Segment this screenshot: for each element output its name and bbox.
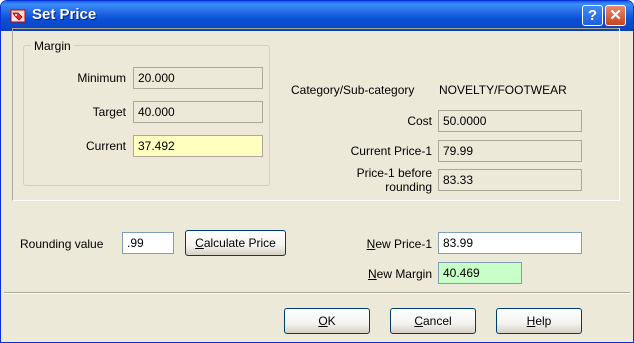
new-margin-input[interactable]: 40.469	[438, 262, 522, 284]
target-field: 40.000	[133, 101, 263, 123]
ok-label: K	[327, 314, 336, 328]
category-value: NOVELTY/FOOTWEAR	[439, 83, 567, 97]
new-price-input[interactable]: 83.99	[438, 232, 582, 254]
close-icon: ✕	[609, 7, 622, 24]
category-label: Category/Sub-category	[291, 83, 415, 97]
price-before-rounding-label: Price-1 before rounding	[357, 166, 432, 194]
new-price-accel: N	[366, 237, 376, 251]
cancel-label: ancel	[422, 314, 452, 328]
price-before-rounding-line1: Price-1 before	[356, 166, 432, 180]
price-before-rounding-field: 83.33	[438, 169, 582, 191]
cancel-accel: C	[414, 314, 423, 328]
price-tag-icon	[10, 9, 26, 23]
cost-label: Cost	[407, 114, 432, 128]
margin-legend: Margin	[31, 39, 74, 53]
minimum-label: Minimum	[77, 71, 126, 85]
current-price-field: 79.99	[438, 140, 582, 162]
current-margin-label: Current	[85, 139, 126, 153]
cancel-button[interactable]: Cancel	[390, 308, 476, 334]
current-price-label: Current Price-1	[350, 144, 432, 158]
ok-button[interactable]: OK	[284, 308, 370, 334]
help-title-button[interactable]: ?	[582, 5, 603, 26]
price-before-rounding-line2: rounding	[385, 180, 432, 194]
rounding-value-input[interactable]: .99	[122, 232, 174, 254]
new-price-label-text: ew Price-1	[375, 237, 432, 251]
help-button[interactable]: Help	[496, 308, 582, 334]
rounding-value-label: Rounding value	[20, 237, 104, 251]
new-margin-label-text: ew Margin	[376, 267, 432, 281]
minimum-field: 20.000	[133, 67, 263, 89]
window-title: Set Price	[32, 6, 97, 23]
current-margin-field: 37.492	[133, 135, 263, 157]
new-margin-accel: N	[367, 267, 377, 281]
cost-field: 50.0000	[438, 110, 582, 132]
new-margin-label: New Margin	[368, 267, 432, 281]
ok-accel: O	[318, 314, 328, 328]
calculate-price-button[interactable]: Calculate Price	[185, 230, 286, 256]
set-price-dialog: Set Price ? ✕ Margin Minimum 20.000 Targ…	[0, 0, 634, 343]
calculate-accel: C	[195, 236, 204, 250]
button-separator	[4, 292, 630, 294]
close-button[interactable]: ✕	[605, 5, 626, 26]
help-icon: ?	[587, 7, 598, 24]
help-label: elp	[535, 314, 552, 328]
title-bar[interactable]: Set Price ? ✕	[1, 1, 633, 31]
target-label: Target	[92, 105, 126, 119]
new-price-label: New Price-1	[367, 237, 432, 251]
calculate-label: alculate Price	[203, 236, 276, 250]
